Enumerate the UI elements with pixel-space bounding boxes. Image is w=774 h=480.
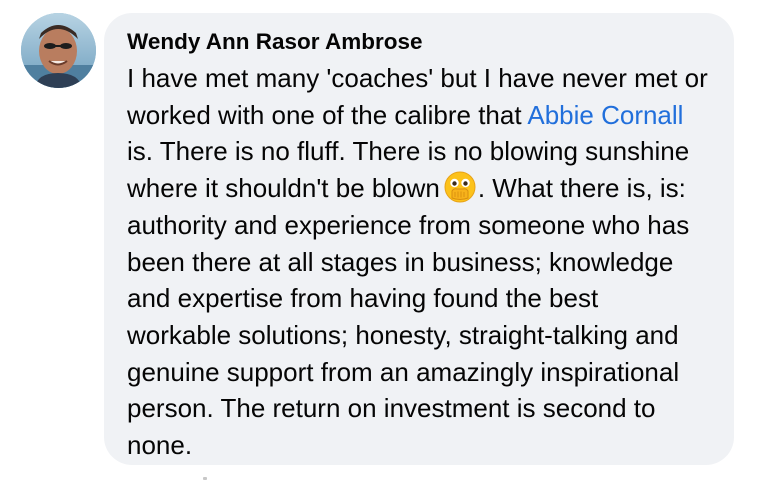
comment-row: Wendy Ann Rasor Ambrose I have met many … [0,0,774,480]
avatar[interactable] [21,13,96,88]
face-with-open-eyes-and-hand-over-mouth-emoji [444,171,476,203]
comment-text: I have met many 'coaches' but I have nev… [127,60,708,464]
comment-author-name[interactable]: Wendy Ann Rasor Ambrose [127,27,708,57]
comment-bubble: Wendy Ann Rasor Ambrose I have met many … [104,13,734,465]
comment-text-part-3: . What there is, is: authority and exper… [127,173,690,461]
avatar-photo [21,13,96,88]
mention-link[interactable]: Abbie Cornall [527,100,683,130]
